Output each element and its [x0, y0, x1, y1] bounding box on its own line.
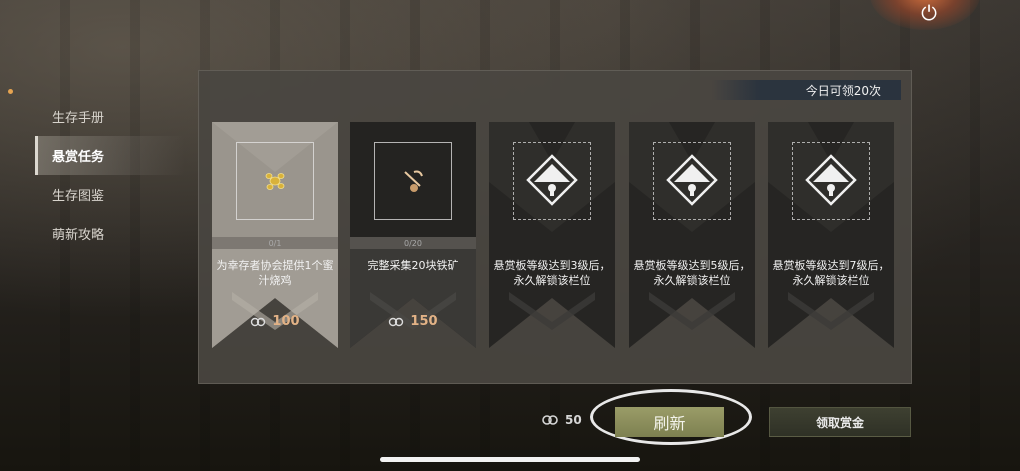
- reward: 100: [212, 314, 338, 329]
- sidebar-item-bounty-tasks[interactable]: 悬赏任务: [35, 136, 185, 175]
- claim-bounty-button[interactable]: 领取赏金: [769, 407, 911, 437]
- unlock-hint: 悬赏板等级达到7级后，永久解锁该栏位: [772, 259, 890, 287]
- unlock-hint: 悬赏板等级达到5级后，永久解锁该栏位: [633, 259, 751, 287]
- task-description: 完整采集20块铁矿: [367, 259, 459, 272]
- bounty-panel: 今日可领20次 0/1 为幸存者协会提供1个蜜汁烧鸡 100 0/20 完整采集…: [198, 70, 912, 384]
- gear-token-icon: [389, 317, 404, 326]
- lock-icon: [666, 154, 718, 206]
- reward-amount: 150: [410, 314, 438, 329]
- refresh-cost: 50: [541, 413, 582, 427]
- daily-limit-label: 今日可领20次: [711, 80, 901, 100]
- gear-token-icon: [542, 415, 558, 425]
- task-description: 为幸存者协会提供1个蜜汁烧鸡: [216, 259, 334, 287]
- honey-chicken-icon: [265, 173, 285, 190]
- refresh-button[interactable]: 刷新: [615, 407, 724, 437]
- sidebar-item-survival-manual[interactable]: 生存手册: [35, 97, 185, 136]
- home-indicator[interactable]: [380, 457, 640, 462]
- bounty-card-locked-3: 悬赏板等级达到7级后，永久解锁该栏位: [768, 122, 894, 348]
- bounty-card-locked-2: 悬赏板等级达到5级后，永久解锁该栏位: [629, 122, 755, 348]
- sidebar-item-survival-atlas[interactable]: 生存图鉴: [35, 175, 185, 214]
- refresh-cost-amount: 50: [565, 413, 582, 427]
- sidebar: 生存手册 悬赏任务 生存图鉴 萌新攻略: [35, 97, 185, 253]
- bounty-card-1[interactable]: 0/1 为幸存者协会提供1个蜜汁烧鸡 100: [212, 122, 338, 348]
- bounty-card-2[interactable]: 0/20 完整采集20块铁矿 150: [350, 122, 476, 348]
- progress-text: 0/20: [404, 239, 422, 248]
- unlock-hint: 悬赏板等级达到3级后，永久解锁该栏位: [493, 259, 611, 287]
- bounty-card-locked-1: 悬赏板等级达到3级后，永久解锁该栏位: [489, 122, 615, 348]
- sidebar-item-newbie-guide[interactable]: 萌新攻略: [35, 214, 185, 253]
- reward-amount: 100: [272, 314, 300, 329]
- notification-dot: [8, 89, 13, 94]
- power-icon[interactable]: ⏻: [914, 0, 944, 26]
- progress-text: 0/1: [268, 239, 282, 248]
- lock-icon: [805, 154, 857, 206]
- gear-token-icon: [251, 317, 266, 326]
- lock-icon: [526, 154, 578, 206]
- reward: 150: [350, 314, 476, 329]
- iron-ore-pickaxe-icon: [404, 170, 423, 192]
